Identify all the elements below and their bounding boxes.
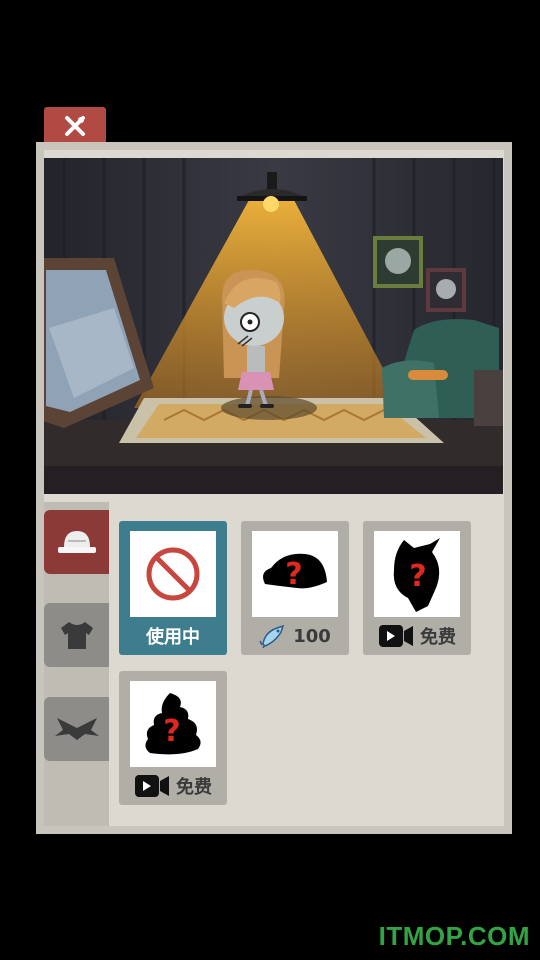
item-image: ?: [374, 531, 460, 617]
mystery-hair-icon: ?: [393, 538, 440, 612]
free-label: 免费: [176, 777, 212, 798]
crossed-tools-icon: [65, 116, 85, 136]
item-image: [130, 531, 216, 617]
free-label: 免费: [420, 627, 456, 648]
item-footer: 100: [241, 621, 349, 651]
video-icon: [135, 775, 169, 797]
item-card-mystery-hat[interactable]: ? 100: [241, 521, 349, 655]
mystery-poop-icon: ?: [145, 693, 201, 755]
category-tab-clothes[interactable]: [44, 603, 109, 667]
wings-icon: [54, 718, 99, 740]
item-card-mystery-poop[interactable]: ? 免费: [119, 671, 227, 805]
item-footer: 免费: [119, 771, 227, 801]
item-footer: 免费: [363, 621, 471, 651]
hat-icon: [57, 531, 96, 553]
category-tab-accessory[interactable]: [44, 697, 109, 761]
in-use-label: 使用中: [146, 627, 200, 648]
site-watermark: ITMOP.COM: [378, 921, 530, 951]
no-item-icon: [146, 547, 200, 601]
item-image: ?: [252, 531, 338, 617]
item-image: ?: [130, 681, 216, 767]
svg-text:?: ?: [409, 559, 426, 594]
video-icon: [379, 625, 413, 647]
character-scene: [44, 158, 503, 494]
category-tab-hat[interactable]: [44, 510, 109, 574]
item-footer: 使用中: [119, 621, 227, 651]
mystery-hat-icon: ?: [263, 553, 327, 592]
category-sidebar: [44, 502, 109, 826]
price-label: 100: [293, 625, 331, 647]
item-card-mystery-hair[interactable]: ? 免费: [363, 521, 471, 655]
item-card-none[interactable]: 使用中: [119, 521, 227, 655]
room-scene: [44, 158, 503, 494]
shirt-icon: [60, 622, 93, 649]
svg-text:?: ?: [285, 557, 302, 592]
close-button[interactable]: [44, 107, 106, 145]
svg-text:?: ?: [163, 714, 180, 749]
fish-icon: [259, 624, 285, 648]
